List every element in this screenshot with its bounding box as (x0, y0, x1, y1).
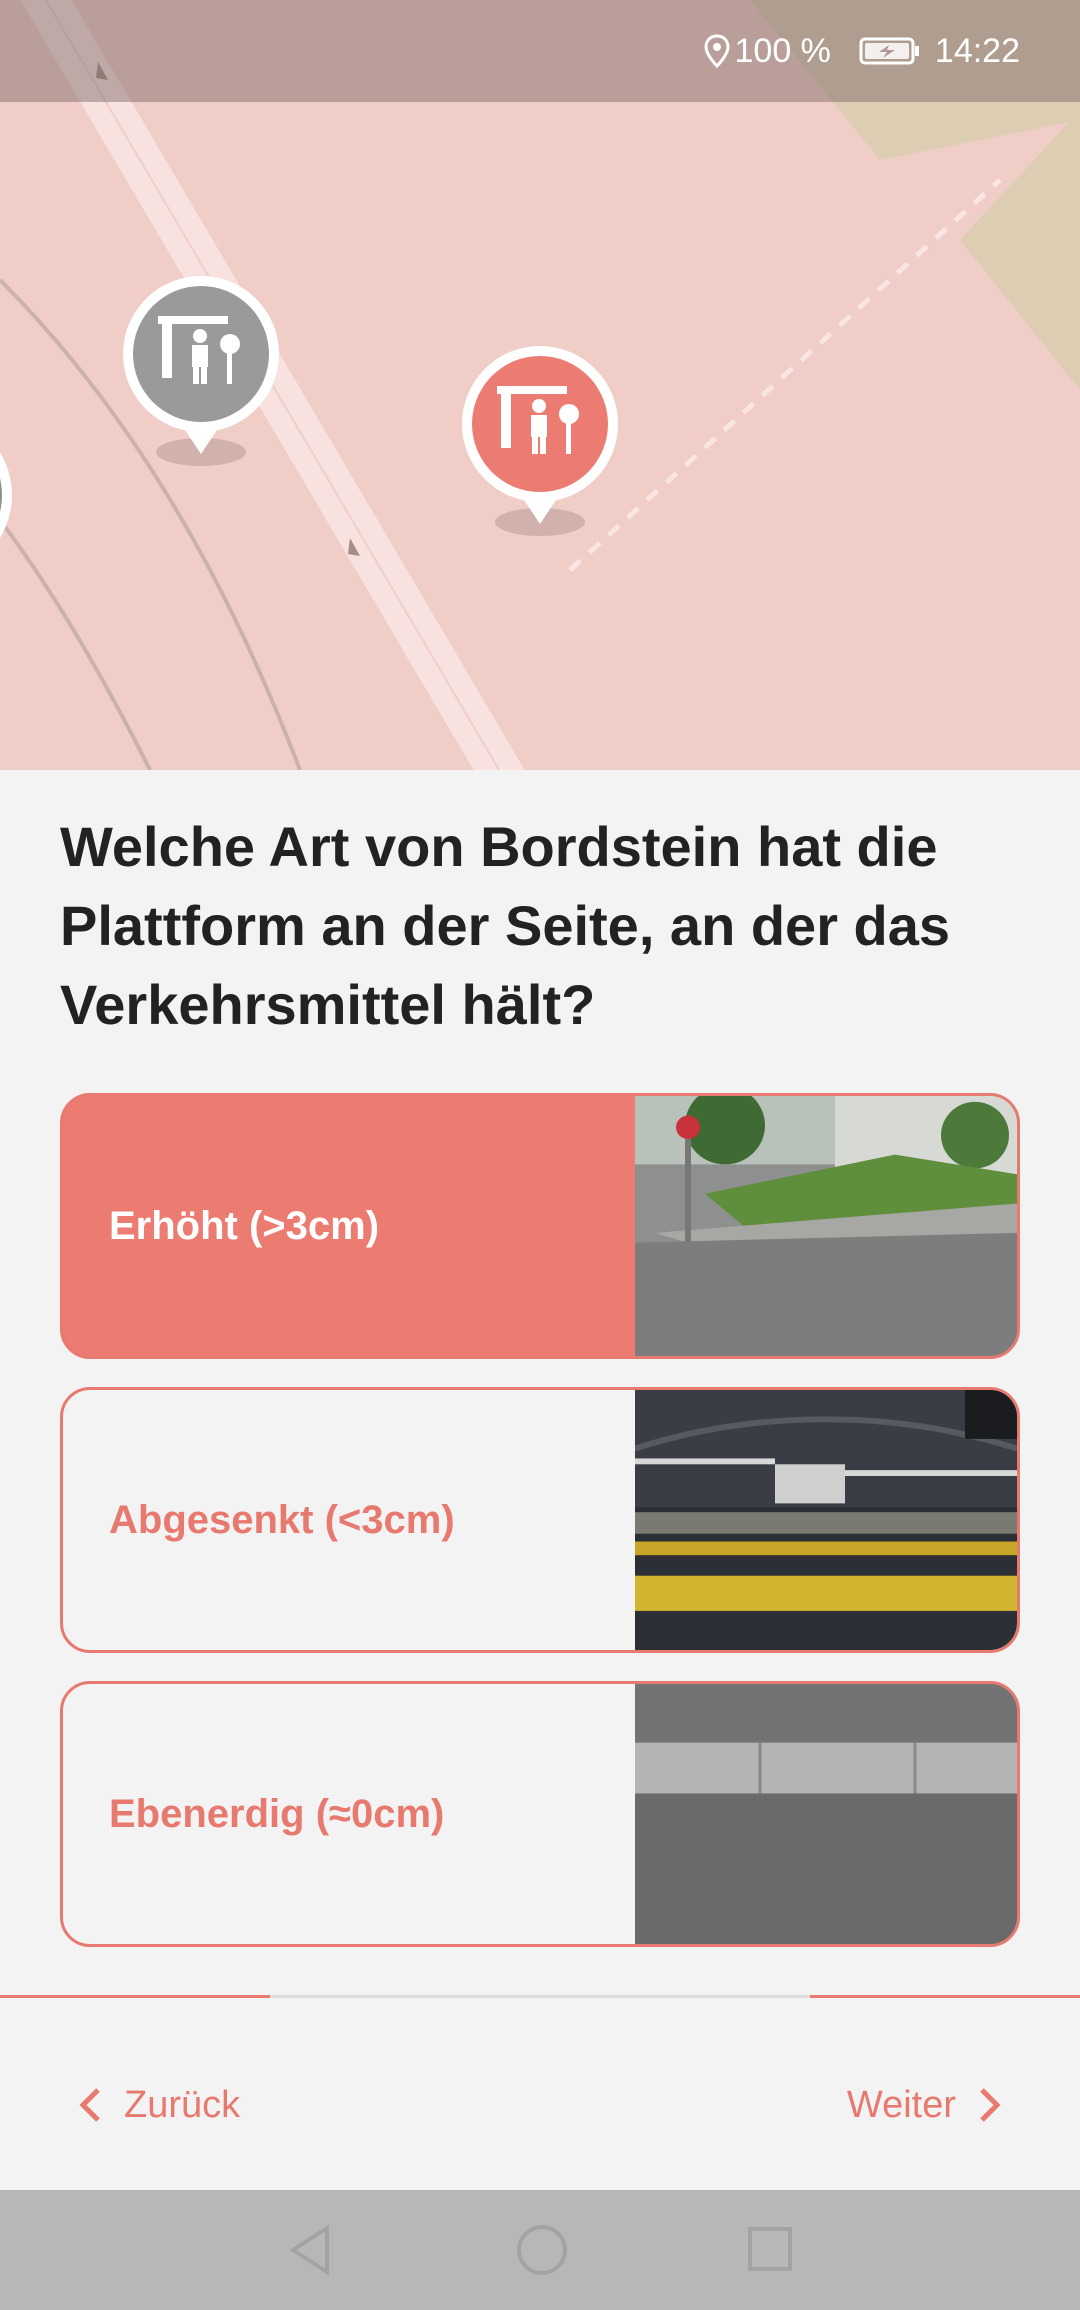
curb-raised-photo (635, 1096, 1017, 1356)
next-button[interactable]: Weiter (847, 2070, 1002, 2140)
clock: 14:22 (934, 31, 1020, 70)
progress-divider-right (810, 1995, 1080, 1998)
bus-stop-pin-edge[interactable] (0, 420, 20, 570)
curb-lowered-photo (635, 1390, 1017, 1650)
home-circle-icon[interactable] (514, 2222, 570, 2278)
option-ebenerdig[interactable]: Ebenerdig (≈0cm) (60, 1681, 1020, 1947)
battery-charging-icon (859, 36, 921, 66)
system-navigation-bar (0, 2190, 1080, 2310)
battery-percentage: 100 % (734, 31, 831, 70)
option-label: Erhöht (>3cm) (109, 1203, 380, 1248)
option-label: Ebenerdig (≈0cm) (109, 1791, 445, 1836)
back-triangle-icon[interactable] (285, 2222, 335, 2278)
app-screen: 100 % 14:22 Welche Art von Bordstein hat… (0, 0, 1080, 2310)
option-label: Abgesenkt (<3cm) (109, 1497, 455, 1542)
option-abgesenkt[interactable]: Abgesenkt (<3cm) (60, 1387, 1020, 1653)
back-label: Zurück (124, 2083, 241, 2126)
option-erhoeht[interactable]: Erhöht (>3cm) (60, 1093, 1020, 1359)
chevron-right-icon (980, 2088, 1001, 2122)
next-label: Weiter (846, 2083, 956, 2126)
map-view[interactable]: 100 % 14:22 (0, 0, 1080, 770)
status-bar: 100 % 14:22 (0, 0, 1080, 102)
chevron-left-icon (79, 2088, 100, 2122)
curb-flush-photo (635, 1684, 1017, 1944)
back-button[interactable]: Zurück (78, 2070, 240, 2140)
question-title: Welche Art von Bordstein hat die Plattfo… (60, 815, 951, 1036)
location-icon (703, 34, 731, 68)
quest-panel: Welche Art von Bordstein hat die Plattfo… (0, 770, 1080, 2190)
bus-stop-pin-current[interactable] (457, 346, 623, 546)
bus-stop-pin-neighbour[interactable] (118, 276, 284, 476)
recents-square-icon[interactable] (745, 2222, 795, 2278)
progress-divider-left (0, 1995, 270, 1998)
